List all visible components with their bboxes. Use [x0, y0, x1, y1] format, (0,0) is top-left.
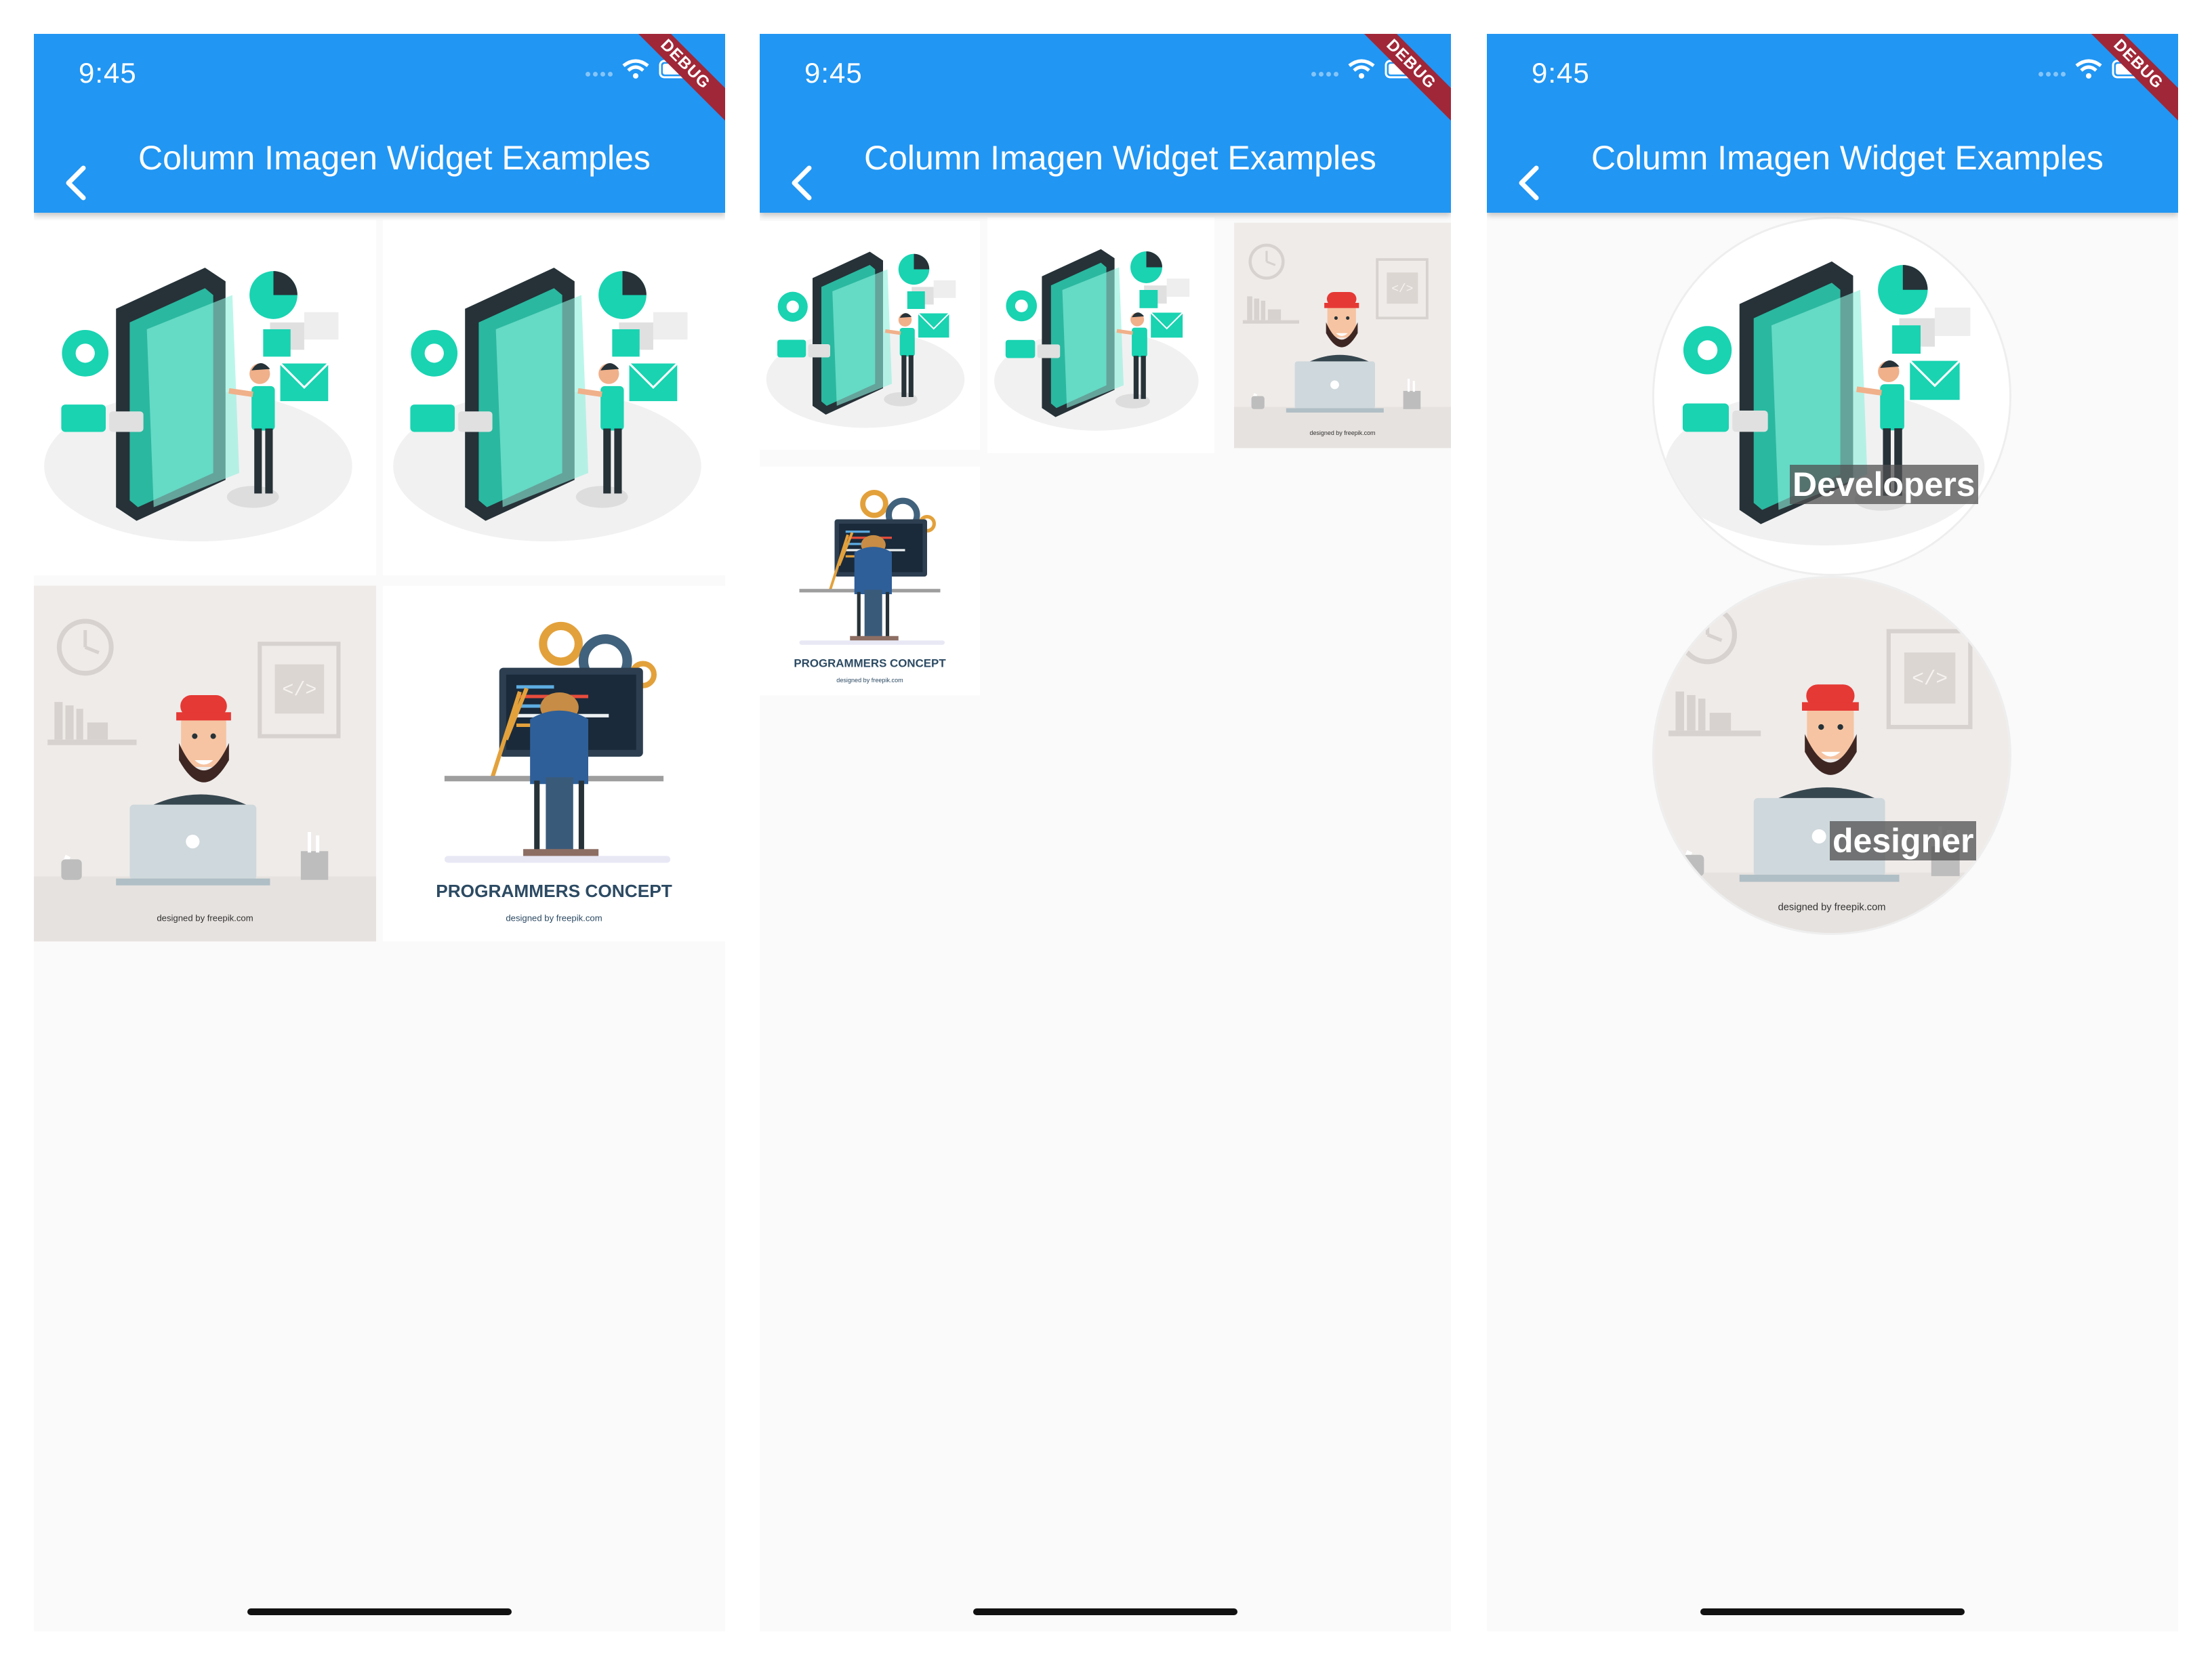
- phone-screen-grid-two-columns: 9:45 DEBUG Column Imagen Widget Examples…: [34, 34, 725, 1631]
- debug-banner: DEBUG: [2074, 34, 2178, 128]
- image-credit: designed by freepik.com: [836, 677, 903, 684]
- designer-illustration: designed by freepik.com: [1654, 578, 2009, 933]
- image-credit: designed by freepik.com: [1778, 902, 1886, 913]
- image-tile-designer[interactable]: designed by freepik.com: [34, 584, 376, 943]
- wifi-icon: [2075, 59, 2102, 79]
- circle-label-designer: designer: [1830, 821, 1977, 860]
- home-indicator[interactable]: [1700, 1608, 1965, 1615]
- circle-image-designer[interactable]: designed by freepik.com: [1652, 576, 2011, 935]
- circle-image-developers[interactable]: [1652, 217, 2011, 576]
- phone-screen-circular-images: 9:45 DEBUG Column Imagen Widget Examples…: [1487, 34, 2178, 1631]
- signal-icon: [2039, 71, 2066, 77]
- app-bar: 9:45 DEBUG Column Imagen Widget Examples: [34, 34, 725, 213]
- home-indicator[interactable]: [247, 1608, 512, 1615]
- back-button[interactable]: [775, 156, 829, 210]
- status-time: 9:45: [1532, 57, 1590, 89]
- app-bar: 9:45 DEBUG Column Imagen Widget Examples: [760, 34, 1451, 213]
- app-bar: 9:45 DEBUG Column Imagen Widget Examples: [1487, 34, 2178, 213]
- wifi-icon: [622, 59, 649, 79]
- phone-screen-grid-three-columns: 9:45 DEBUG Column Imagen Widget Examples…: [760, 34, 1451, 1631]
- developer-illustration: [34, 218, 376, 577]
- page-title: Column Imagen Widget Examples: [1591, 139, 2104, 177]
- image-caption: PROGRAMMERS CONCEPT: [794, 657, 946, 669]
- back-button[interactable]: [1502, 156, 1556, 210]
- debug-banner: DEBUG: [621, 34, 725, 128]
- page-title: Column Imagen Widget Examples: [138, 139, 651, 177]
- developer-illustration: [987, 217, 1214, 454]
- back-arrow-icon: [66, 165, 86, 201]
- image-tile-programmers[interactable]: PROGRAMMERS CONCEPT designed by freepik.…: [760, 461, 980, 701]
- image-tile-programmers[interactable]: PROGRAMMERS CONCEPT designed by freepik.…: [383, 584, 725, 943]
- wifi-icon: [1348, 59, 1375, 79]
- image-caption: PROGRAMMERS CONCEPT: [436, 881, 672, 901]
- programmers-illustration: PROGRAMMERS CONCEPT designed by freepik.…: [760, 461, 980, 701]
- image-credit: designed by freepik.com: [157, 913, 253, 923]
- image-tile-developer[interactable]: [760, 217, 980, 454]
- status-time: 9:45: [79, 57, 137, 89]
- debug-banner: DEBUG: [1347, 34, 1451, 128]
- status-time: 9:45: [804, 57, 863, 89]
- developer-illustration: [1654, 219, 2009, 574]
- back-arrow-icon: [792, 165, 812, 201]
- home-indicator[interactable]: [973, 1608, 1237, 1615]
- back-arrow-icon: [1519, 165, 1539, 201]
- image-tile-developer[interactable]: [987, 217, 1214, 454]
- designer-illustration: designed by freepik.com: [34, 584, 376, 943]
- image-tile-developer[interactable]: [383, 218, 725, 577]
- back-button[interactable]: [49, 156, 103, 210]
- designer-illustration: designed by freepik.com: [1234, 217, 1451, 454]
- image-credit: designed by freepik.com: [1309, 430, 1375, 436]
- programmers-illustration: PROGRAMMERS CONCEPT designed by freepik.…: [383, 584, 725, 943]
- image-tile-designer[interactable]: designed by freepik.com: [1234, 217, 1451, 454]
- image-credit: designed by freepik.com: [506, 913, 602, 923]
- page-title: Column Imagen Widget Examples: [864, 139, 1376, 177]
- developer-illustration: [760, 217, 980, 454]
- developer-illustration: [383, 218, 725, 577]
- image-tile-developer[interactable]: [34, 218, 376, 577]
- signal-icon: [586, 71, 613, 77]
- circle-label-developers: Developers: [1790, 465, 1978, 504]
- signal-icon: [1311, 71, 1338, 77]
